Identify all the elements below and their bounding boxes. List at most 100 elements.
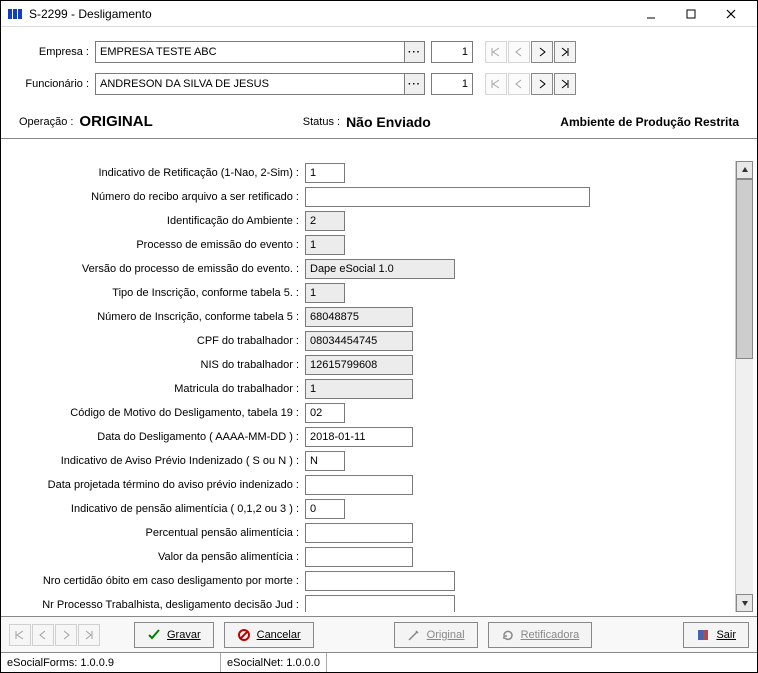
app-icon <box>7 6 23 22</box>
nav-prev-icon[interactable] <box>508 41 530 63</box>
cpf-input <box>305 331 413 351</box>
gravar-label: Gravar <box>167 629 201 641</box>
gravar-button[interactable]: Gravar <box>134 622 214 648</box>
pensao-valor-input[interactable] <box>305 547 413 567</box>
exit-icon <box>696 628 710 642</box>
field-label: Tipo de Inscrição, conforme tabela 5. : <box>5 287 305 299</box>
scroll-thumb[interactable] <box>736 179 753 359</box>
funcionario-num[interactable] <box>431 73 473 95</box>
operacao-value: ORIGINAL <box>79 113 152 130</box>
matricula-input <box>305 379 413 399</box>
funcionario-combo[interactable]: ··· <box>95 73 425 95</box>
cancel-icon <box>237 628 251 642</box>
empresa-nav <box>485 41 576 63</box>
check-icon <box>147 628 161 642</box>
field-label: Percentual pensão alimentícia : <box>5 527 305 539</box>
processo-emissao-input <box>305 235 345 255</box>
cancelar-label: Cancelar <box>257 629 301 641</box>
field-label: Valor da pensão alimentícia : <box>5 551 305 563</box>
field-label: Indicativo de pensão alimentícia ( 0,1,2… <box>5 503 305 515</box>
status-net: eSocialNet: 1.0.0.0 <box>221 653 327 672</box>
funcionario-dropdown-icon[interactable]: ··· <box>404 74 424 94</box>
empresa-label: Empresa : <box>19 46 89 58</box>
nav-first-icon[interactable] <box>485 41 507 63</box>
refresh-icon <box>501 628 515 642</box>
vertical-scrollbar[interactable] <box>735 161 753 612</box>
field-label: Número de Inscrição, conforme tabela 5 : <box>5 311 305 323</box>
motivo-desligamento-input[interactable] <box>305 403 345 423</box>
wand-icon <box>407 628 421 642</box>
nav-prev-icon[interactable] <box>508 73 530 95</box>
status-label: Status : <box>303 116 340 128</box>
pensao-percentual-input[interactable] <box>305 523 413 543</box>
statusbar: eSocialForms: 1.0.0.9 eSocialNet: 1.0.0.… <box>1 652 757 672</box>
numero-recibo-input[interactable] <box>305 187 590 207</box>
field-label: Matricula do trabalhador : <box>5 383 305 395</box>
scroll-down-icon[interactable] <box>736 594 753 612</box>
sair-label: Sair <box>716 629 736 641</box>
field-label: CPF do trabalhador : <box>5 335 305 347</box>
data-desligamento-input[interactable] <box>305 427 413 447</box>
empresa-num[interactable] <box>431 41 473 63</box>
form-scroll: Indicativo de Retificação (1-Nao, 2-Sim)… <box>5 161 735 612</box>
versao-processo-input <box>305 259 455 279</box>
empresa-combo[interactable]: ··· <box>95 41 425 63</box>
maximize-button[interactable] <box>671 2 711 26</box>
scroll-up-icon[interactable] <box>736 161 753 179</box>
nav-prev-icon[interactable] <box>32 624 54 646</box>
nav-next-icon[interactable] <box>55 624 77 646</box>
certidao-obito-input[interactable] <box>305 571 455 591</box>
footer-toolbar: Gravar Cancelar Original Retificadora Sa… <box>1 616 757 652</box>
titlebar: S-2299 - Desligamento <box>1 1 757 27</box>
scroll-track[interactable] <box>736 179 753 594</box>
status-row: Operação : ORIGINAL Status : Não Enviado… <box>1 103 757 139</box>
retificadora-button[interactable]: Retificadora <box>488 622 593 648</box>
identificacao-ambiente-input <box>305 211 345 231</box>
tipo-inscricao-input <box>305 283 345 303</box>
minimize-button[interactable] <box>631 2 671 26</box>
processo-trabalhista-input[interactable] <box>305 595 455 612</box>
field-label: NIS do trabalhador : <box>5 359 305 371</box>
funcionario-input[interactable] <box>96 74 424 94</box>
retificadora-label: Retificadora <box>521 629 580 641</box>
field-label: Indicativo de Retificação (1-Nao, 2-Sim)… <box>5 167 305 179</box>
nav-next-icon[interactable] <box>531 73 553 95</box>
nav-last-icon[interactable] <box>554 73 576 95</box>
original-button[interactable]: Original <box>394 622 478 648</box>
pensao-indicativo-input[interactable] <box>305 499 345 519</box>
field-label: Data projetada término do aviso prévio i… <box>5 479 305 491</box>
field-label: Nro certidão óbito em caso desligamento … <box>5 575 305 587</box>
selector-panel: Empresa : ··· Funcionário : ··· <box>1 27 757 103</box>
footer-nav <box>9 624 100 646</box>
status-forms: eSocialForms: 1.0.0.9 <box>1 653 221 672</box>
indicativo-retificacao-input[interactable] <box>305 163 345 183</box>
funcionario-label: Funcionário : <box>19 78 89 90</box>
funcionario-nav <box>485 73 576 95</box>
field-label: Data do Desligamento ( AAAA-MM-DD ) : <box>5 431 305 443</box>
empresa-input[interactable] <box>96 42 424 62</box>
form-area: Indicativo de Retificação (1-Nao, 2-Sim)… <box>1 139 757 616</box>
field-label: Versão do processo de emissão do evento.… <box>5 263 305 275</box>
numero-inscricao-input <box>305 307 413 327</box>
field-label: Código de Motivo do Desligamento, tabela… <box>5 407 305 419</box>
empresa-dropdown-icon[interactable]: ··· <box>404 42 424 62</box>
original-label: Original <box>427 629 465 641</box>
field-label: Número do recibo arquivo a ser retificad… <box>5 191 305 203</box>
nav-last-icon[interactable] <box>78 624 100 646</box>
close-button[interactable] <box>711 2 751 26</box>
field-label: Indicativo de Aviso Prévio Indenizado ( … <box>5 455 305 467</box>
nav-first-icon[interactable] <box>485 73 507 95</box>
nav-next-icon[interactable] <box>531 41 553 63</box>
operacao-label: Operação : <box>19 116 73 128</box>
field-label: Identificação do Ambiente : <box>5 215 305 227</box>
aviso-previo-input[interactable] <box>305 451 345 471</box>
data-aviso-input[interactable] <box>305 475 413 495</box>
cancelar-button[interactable]: Cancelar <box>224 622 314 648</box>
nav-first-icon[interactable] <box>9 624 31 646</box>
sair-button[interactable]: Sair <box>683 622 749 648</box>
nis-input <box>305 355 413 375</box>
field-label: Processo de emissão do evento : <box>5 239 305 251</box>
status-value: Não Enviado <box>346 114 431 130</box>
nav-last-icon[interactable] <box>554 41 576 63</box>
ambiente-label: Ambiente de Produção Restrita <box>560 115 739 129</box>
